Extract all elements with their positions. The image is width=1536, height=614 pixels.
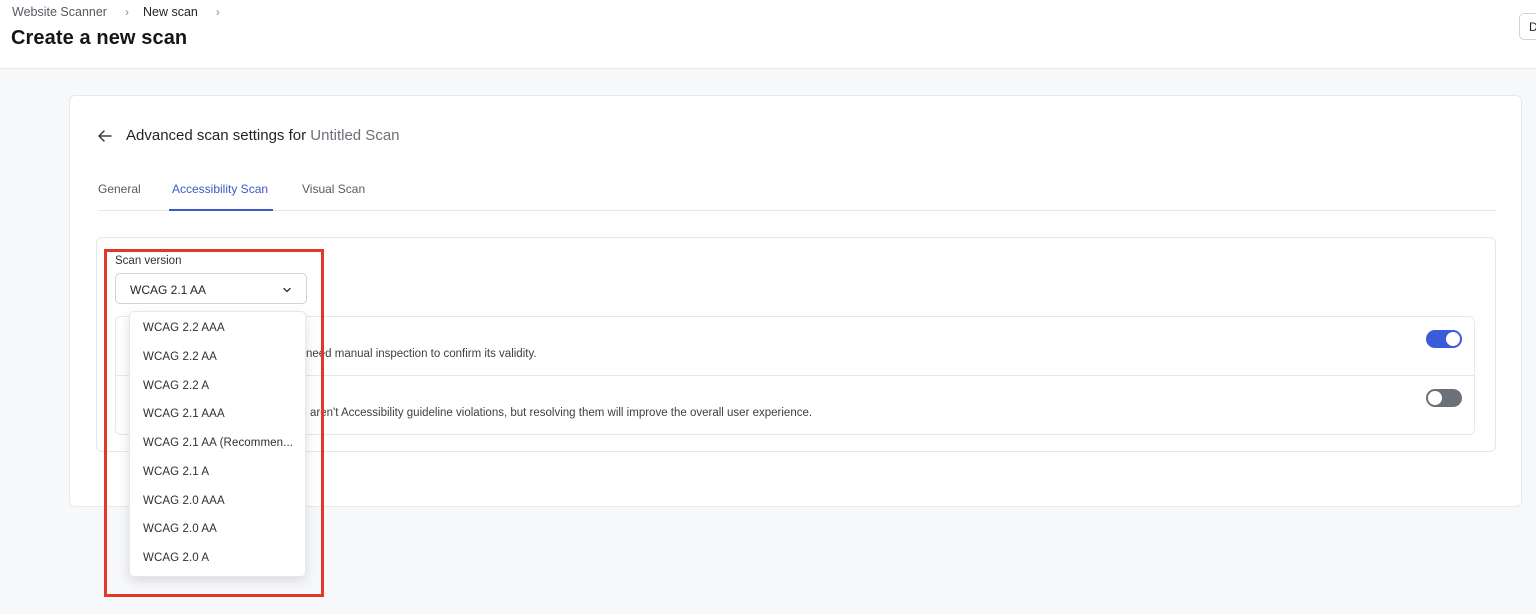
dropdown-option-wcag-2-0-aa[interactable]: WCAG 2.0 AA (130, 516, 305, 544)
options-divider (115, 375, 1475, 376)
settings-title-prefix: Advanced scan settings for (126, 127, 307, 144)
dropdown-option-wcag-2-0-a[interactable]: WCAG 2.0 A (130, 545, 305, 573)
dropdown-option-wcag-2-1-aa[interactable]: WCAG 2.1 AA (Recommen... (130, 430, 305, 458)
arrow-left-icon[interactable] (96, 127, 114, 145)
option-1-toggle[interactable] (1426, 330, 1462, 348)
page-title: Create a new scan (11, 27, 188, 49)
dropdown-option-wcag-2-0-aaa[interactable]: WCAG 2.0 AAA (130, 488, 305, 516)
option-1-description: need manual inspection to confirm its va… (306, 348, 537, 360)
option-2-description: aren't Accessibility guideline violation… (310, 407, 813, 419)
dropdown-option-wcag-2-1-a[interactable]: WCAG 2.1 A (130, 459, 305, 487)
settings-tabs: General Accessibility Scan Visual Scan (98, 178, 1496, 211)
tab-visual-scan[interactable]: Visual Scan (302, 182, 365, 196)
scan-version-selected-value: WCAG 2.1 AA (130, 283, 207, 297)
scan-version-label: Scan version (115, 255, 182, 267)
chevron-down-icon (283, 287, 291, 293)
active-tab-indicator (169, 209, 273, 211)
dropdown-option-wcag-2-2-aa[interactable]: WCAG 2.2 AA (130, 344, 305, 372)
option-2-toggle[interactable] (1426, 389, 1462, 407)
dropdown-option-wcag-2-2-a[interactable]: WCAG 2.2 A (130, 373, 305, 401)
breadcrumb: Website Scanner › New scan › (12, 4, 234, 20)
corner-button[interactable]: D (1519, 13, 1536, 40)
breadcrumb-item-new-scan: New scan (142, 5, 198, 19)
scan-name: Untitled Scan (310, 127, 400, 144)
scan-version-dropdown: WCAG 2.2 AAA WCAG 2.2 AA WCAG 2.2 A WCAG… (129, 311, 306, 577)
toggle-knob (1446, 332, 1460, 346)
chevron-right-icon: › (124, 5, 129, 19)
scan-version-select[interactable]: WCAG 2.1 AA (115, 273, 307, 304)
tab-general[interactable]: General (98, 182, 141, 196)
dropdown-option-wcag-2-2-aaa[interactable]: WCAG 2.2 AAA (130, 315, 305, 343)
tab-accessibility-scan[interactable]: Accessibility Scan (172, 182, 268, 196)
breadcrumb-item-website-scanner[interactable]: Website Scanner (12, 5, 107, 19)
toggle-knob (1428, 391, 1442, 405)
dropdown-option-wcag-2-1-aaa[interactable]: WCAG 2.1 AAA (130, 401, 305, 429)
chevron-right-icon: › (215, 5, 220, 19)
settings-title: Advanced scan settings for Untitled Scan (126, 127, 400, 144)
